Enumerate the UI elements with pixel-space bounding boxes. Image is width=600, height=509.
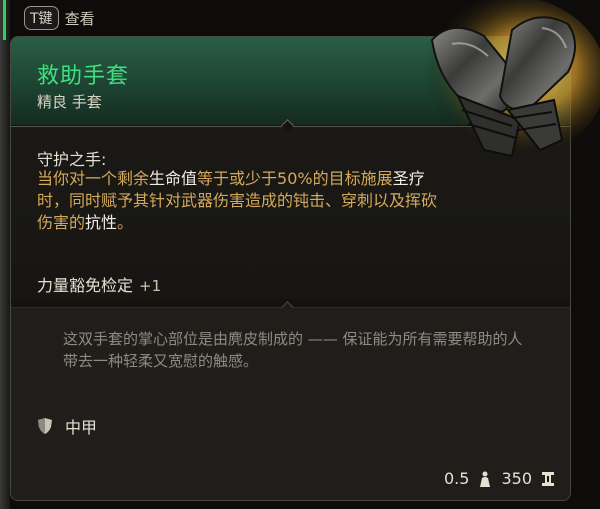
left-edge-bar <box>0 0 10 509</box>
selection-indicator <box>3 0 6 40</box>
saving-throw-bonus: 力量豁免检定 +1 <box>37 272 161 296</box>
item-rarity-type: 精良 手套 <box>37 93 102 111</box>
flavor-text: 这双手套的掌心部位是由麂皮制成的 —— 保证能为所有需要帮助的人带去一种轻柔又宽… <box>63 330 523 370</box>
inspect-hint[interactable]: T键 查看 <box>24 5 95 31</box>
passive-name: 守护之手: <box>37 150 107 169</box>
armor-type: 中甲 <box>65 418 98 437</box>
gauntlet-icon <box>414 0 600 160</box>
weight-value: 0.5 <box>444 469 470 488</box>
gold-coin-icon <box>542 471 554 486</box>
passive-description: 当你对一个剩余生命值等于或少于50%的目标施展圣疗时，同时赋予其针对武器伤害造成… <box>37 169 438 232</box>
keyword-hit-points[interactable]: 生命值 <box>149 169 197 188</box>
item-footer: 0.5 350 <box>444 469 556 488</box>
shield-icon <box>38 418 52 434</box>
gold-value: 350 <box>501 469 532 488</box>
keyword-lay-on-hands[interactable]: 圣疗 <box>393 169 425 188</box>
inspect-label: 查看 <box>64 9 95 28</box>
keybind-badge: T键 <box>24 6 59 30</box>
bonus-label: 力量豁免检定 <box>37 276 134 295</box>
armor-type-row: 中甲 <box>37 414 97 438</box>
bonus-value: +1 <box>139 277 162 295</box>
item-name: 救助手套 <box>37 64 130 89</box>
weight-icon <box>480 471 491 487</box>
keyword-resistance[interactable]: 抗性 <box>85 213 117 232</box>
